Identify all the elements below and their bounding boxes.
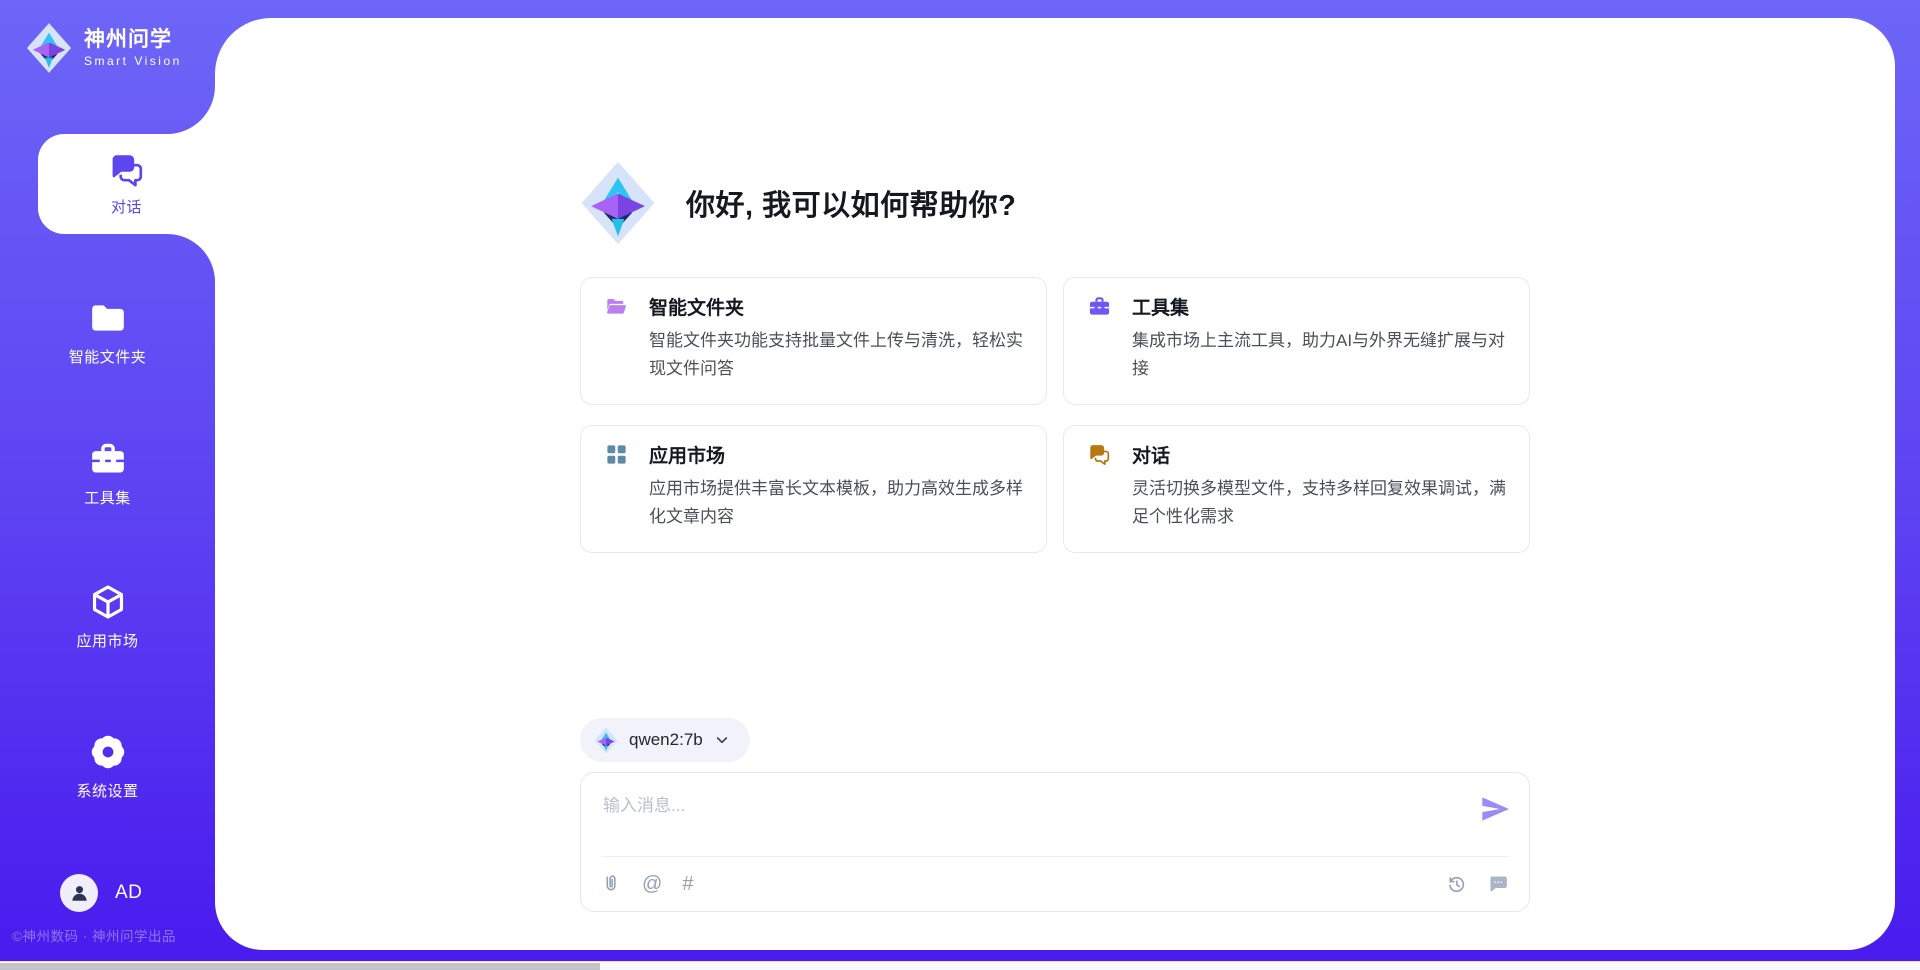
feature-cards: 智能文件夹 智能文件夹功能支持批量文件上传与清洗，轻松实现文件问答 工具集 集成… <box>580 277 1530 553</box>
model-selector[interactable]: qwen2:7b <box>580 718 750 762</box>
message-input[interactable] <box>601 789 1445 853</box>
sidebar-item-smart-folder[interactable]: 智能文件夹 <box>0 299 215 367</box>
brand-name: 神州问学 <box>84 28 182 52</box>
folder-open-icon <box>605 295 628 318</box>
card-description: 应用市场提供丰富长文本模板，助力高效生成多样化文章内容 <box>649 475 1026 531</box>
at-icon[interactable]: @ <box>642 874 662 894</box>
brand-logo-block: 神州问学 Smart Vision <box>26 22 182 74</box>
sidebar-item-settings[interactable]: 系统设置 <box>0 733 215 801</box>
chat-icon <box>1088 443 1111 466</box>
sidebar-item-label: 应用市场 <box>76 630 138 651</box>
cube-icon <box>89 583 127 621</box>
toolbox-icon <box>89 440 127 478</box>
sidebar-item-toolset[interactable]: 工具集 <box>0 440 215 508</box>
active-tab-top-fillet <box>167 86 215 134</box>
avatar <box>60 874 98 912</box>
toolbox-icon <box>1088 295 1111 318</box>
composer-toolbar: @ # <box>581 857 1529 911</box>
card-description: 灵活切换多模型文件，支持多样回复效果调试，满足个性化需求 <box>1132 475 1509 531</box>
brand-diamond-icon <box>26 22 72 74</box>
paperclip-icon[interactable] <box>601 874 622 895</box>
card-smart-folder[interactable]: 智能文件夹 智能文件夹功能支持批量文件上传与清洗，轻松实现文件问答 <box>580 277 1047 405</box>
card-app-market[interactable]: 应用市场 应用市场提供丰富长文本模板，助力高效生成多样化文章内容 <box>580 425 1047 553</box>
chat-bubble-icon[interactable] <box>1487 873 1509 895</box>
horizontal-scrollbar[interactable] <box>0 961 1920 970</box>
card-description: 智能文件夹功能支持批量文件上传与清洗，轻松实现文件问答 <box>649 327 1026 383</box>
card-toolset[interactable]: 工具集 集成市场上主流工具，助力AI与外界无缝扩展与对接 <box>1063 277 1530 405</box>
card-title: 工具集 <box>1132 293 1189 320</box>
brand-subtitle: Smart Vision <box>84 54 182 68</box>
sidebar-item-label: 工具集 <box>84 487 131 508</box>
history-icon[interactable] <box>1446 874 1467 895</box>
message-composer: @ # <box>580 772 1530 912</box>
active-tab-bottom-fillet <box>167 234 215 282</box>
card-chat[interactable]: 对话 灵活切换多模型文件，支持多样回复效果调试，满足个性化需求 <box>1063 425 1530 553</box>
sidebar: 神州问学 Smart Vision 对话 智能文件夹 工具集 应用市场 系统设置… <box>0 0 215 970</box>
gear-icon <box>89 733 127 771</box>
greeting-text: 你好, 我可以如何帮助你? <box>686 182 1016 224</box>
main-panel: 你好, 我可以如何帮助你? 智能文件夹 智能文件夹功能支持批量文件上传与清洗，轻… <box>215 18 1895 950</box>
main-content: 你好, 我可以如何帮助你? 智能文件夹 智能文件夹功能支持批量文件上传与清洗，轻… <box>580 18 1530 912</box>
hash-icon[interactable]: # <box>682 874 693 894</box>
card-description: 集成市场上主流工具，助力AI与外界无缝扩展与对接 <box>1132 327 1509 383</box>
card-title: 对话 <box>1132 441 1170 468</box>
grid-icon <box>605 443 628 466</box>
sidebar-item-label: 系统设置 <box>76 780 138 801</box>
sidebar-item-chat[interactable]: 对话 <box>38 134 215 234</box>
card-title: 智能文件夹 <box>649 293 744 320</box>
user-name: AD <box>115 882 142 904</box>
sidebar-item-label: 对话 <box>111 196 142 217</box>
greeting-row: 你好, 我可以如何帮助你? <box>580 160 1530 246</box>
send-icon[interactable] <box>1479 793 1511 825</box>
copyright-text: ©神州数码 · 神州问学出品 <box>12 925 176 945</box>
model-name: qwen2:7b <box>629 730 703 750</box>
horizontal-scrollbar-thumb[interactable] <box>0 963 600 970</box>
folder-icon <box>89 299 127 337</box>
user-account[interactable]: AD <box>60 874 142 912</box>
chevron-down-icon <box>714 732 730 748</box>
model-diamond-icon <box>594 727 618 754</box>
sidebar-item-app-market[interactable]: 应用市场 <box>0 583 215 651</box>
card-title: 应用市场 <box>649 441 725 468</box>
chat-icon <box>109 152 145 188</box>
assistant-diamond-icon <box>580 160 656 246</box>
person-icon <box>68 882 91 905</box>
sidebar-item-label: 智能文件夹 <box>69 346 147 367</box>
